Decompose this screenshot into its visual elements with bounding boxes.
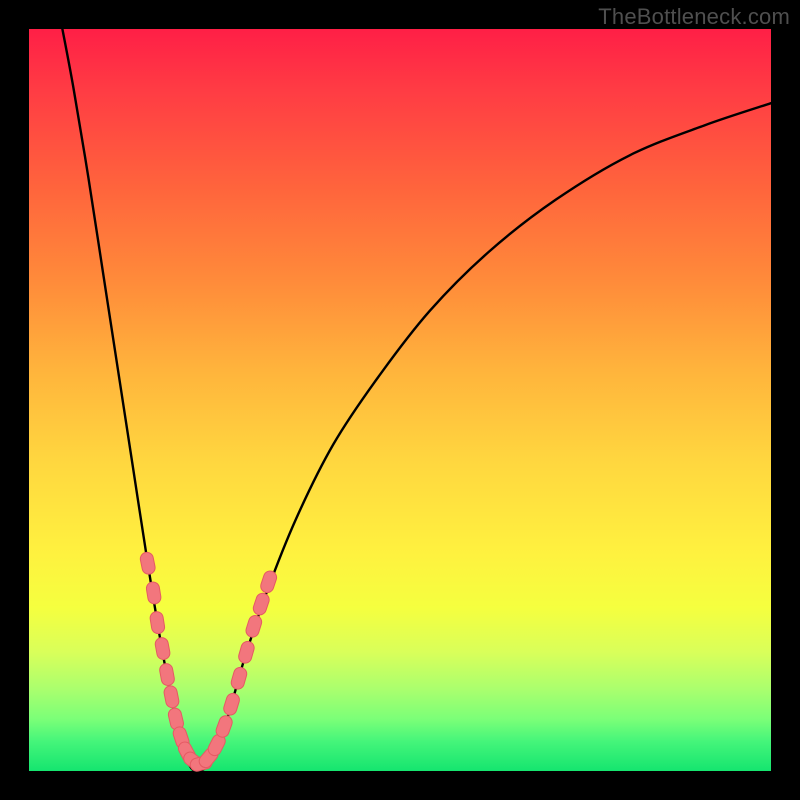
curve-markers	[139, 551, 278, 773]
bottleneck-curve	[62, 29, 771, 771]
curve-marker	[154, 637, 171, 661]
curve-marker	[259, 569, 278, 594]
curve-marker	[252, 592, 271, 617]
curve-marker	[163, 685, 180, 709]
curve-marker	[222, 692, 241, 717]
chart-svg	[29, 29, 771, 771]
curve-marker	[230, 666, 249, 691]
curve-marker	[159, 663, 176, 687]
curve-marker	[149, 611, 165, 635]
plot-area	[29, 29, 771, 771]
watermark-text: TheBottleneck.com	[598, 4, 790, 30]
curve-marker	[145, 581, 161, 605]
curve-marker	[237, 640, 256, 665]
outer-frame: TheBottleneck.com	[0, 0, 800, 800]
curve-marker	[139, 551, 156, 575]
curve-marker	[244, 614, 263, 639]
